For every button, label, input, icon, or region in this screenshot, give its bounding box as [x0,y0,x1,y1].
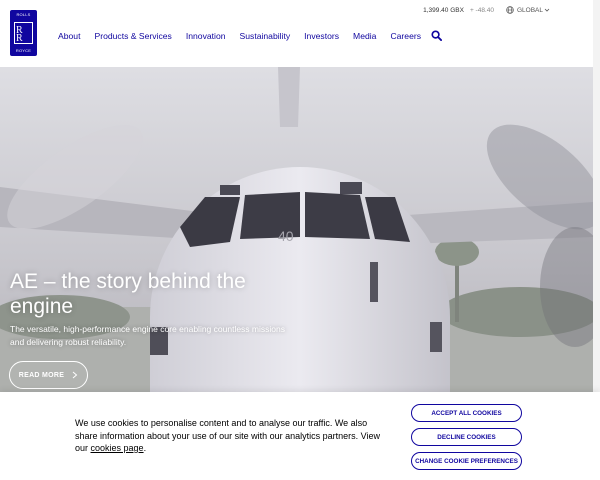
change-cookie-preferences-button[interactable]: CHANGE COOKIE PREFERENCES [411,452,522,470]
cookie-text-end: . [143,443,147,453]
main-nav: About Products & Services Innovation Sus… [58,30,443,41]
logo-top-text: ROLLS [16,12,31,17]
svg-text:R: R [16,33,23,42]
nav-item-sustainability[interactable]: Sustainability [240,31,291,41]
nav-item-investors[interactable]: Investors [304,31,339,41]
nav-item-innovation[interactable]: Innovation [186,31,226,41]
nav-item-products-services[interactable]: Products & Services [94,31,171,41]
region-selector[interactable]: GLOBAL [517,7,543,14]
search-icon[interactable] [431,30,443,41]
hero-title: AE – the story behind the engine [10,270,246,318]
nav-item-media[interactable]: Media [353,31,376,41]
read-more-label: READ MORE [18,371,65,379]
site-header: ROLLS R R ROYCE 1,399.40 GBX + -48.40 GL… [0,0,600,67]
utility-bar: 1,399.40 GBX + -48.40 GLOBAL [423,6,550,14]
nav-item-careers[interactable]: Careers [390,31,421,41]
share-price[interactable]: 1,399.40 GBX [423,7,464,14]
chevron-right-icon [72,371,78,379]
hero-description: The versatile, high-performance engine c… [10,324,285,347]
cookies-page-link[interactable]: cookies page [91,443,144,453]
share-change: + -48.40 [469,6,494,14]
chevron-down-icon[interactable] [544,7,550,13]
read-more-button[interactable]: READ MORE [9,361,88,389]
logo-bottom-text: ROYCE [15,48,32,53]
nav-item-about[interactable]: About [58,31,80,41]
hero-banner: 40 AE – the story behind the engine The … [0,67,593,397]
accept-all-cookies-button[interactable]: ACCEPT ALL COOKIES [411,404,522,422]
aircraft-number: 40 [278,228,294,244]
rolls-royce-logo[interactable]: ROLLS R R ROYCE [10,10,37,56]
cookie-banner: We use cookies to personalise content an… [0,392,600,480]
rr-monogram-icon: R R [14,22,33,44]
globe-icon [506,6,514,14]
decline-cookies-button[interactable]: DECLINE COOKIES [411,428,522,446]
cookie-message: We use cookies to personalise content an… [75,417,390,455]
